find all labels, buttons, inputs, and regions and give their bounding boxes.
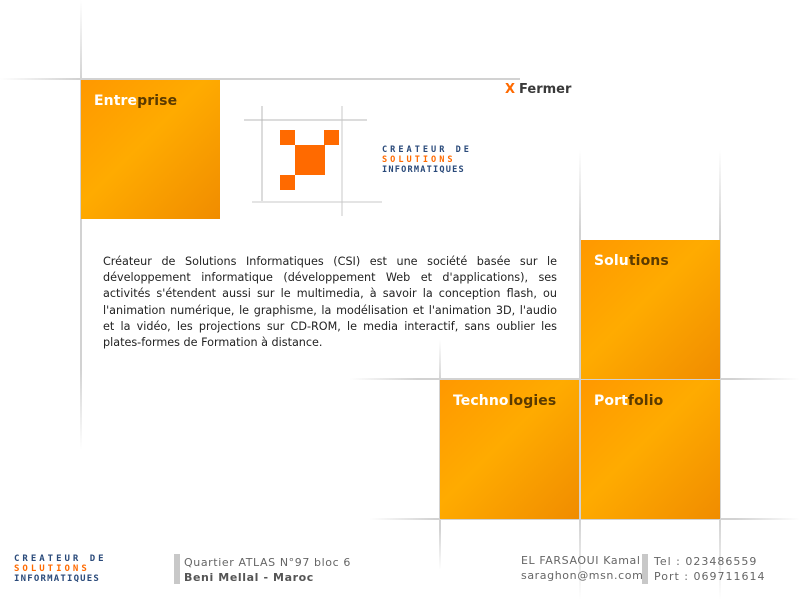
tile-entreprise-label: Entreprise bbox=[94, 93, 178, 109]
tile-portfolio-label: Portfolio bbox=[594, 393, 664, 409]
footer-logo-line-1: CREATEUR DE bbox=[14, 554, 107, 564]
phone-tel: Tel : 023486559 bbox=[654, 555, 758, 568]
logo-emblem bbox=[242, 106, 382, 216]
logo-line-3: INFORMATIQUES bbox=[382, 165, 465, 175]
grid-line bbox=[220, 78, 520, 80]
footer-logo-line-2: SOLUTIONS bbox=[14, 564, 90, 574]
address-line-2: Beni Mellal - Maroc bbox=[184, 571, 314, 584]
contact-name: EL FARSAOUI Kamal bbox=[521, 554, 641, 567]
logo-wordmark: CREATEUR DE SOLUTIONS INFORMATIQUES bbox=[382, 146, 542, 176]
footer-divider bbox=[642, 554, 648, 584]
tile-portfolio[interactable]: Portfolio bbox=[581, 380, 720, 519]
tile-solutions[interactable]: Solutions bbox=[581, 240, 720, 379]
footer-divider bbox=[174, 554, 180, 584]
grid-line bbox=[80, 0, 82, 450]
tile-entreprise[interactable]: Entreprise bbox=[81, 80, 220, 219]
footer-logo: CREATEUR DE SOLUTIONS INFORMATIQUES bbox=[14, 555, 174, 591]
contact-email[interactable]: saraghon@msn.com bbox=[521, 568, 643, 583]
company-description: Créateur de Solutions Informatiques (CSI… bbox=[103, 255, 557, 350]
close-icon: X bbox=[505, 82, 516, 97]
close-button[interactable]: X Fermer bbox=[505, 82, 571, 97]
tile-technologies-label: Technologies bbox=[453, 393, 557, 409]
tile-technologies[interactable]: Technologies bbox=[440, 380, 579, 519]
footer-logo-line-3: INFORMATIQUES bbox=[14, 574, 101, 584]
logo-line-1: CREATEUR DE bbox=[382, 145, 472, 155]
tile-solutions-label: Solutions bbox=[594, 253, 669, 269]
close-label: Fermer bbox=[519, 82, 572, 97]
footer: CREATEUR DE SOLUTIONS INFORMATIQUES Quar… bbox=[0, 545, 800, 600]
address-line-1: Quartier ATLAS N°97 bloc 6 bbox=[184, 556, 351, 569]
logo-line-2: SOLUTIONS bbox=[382, 155, 456, 165]
phone-port: Port : 069711614 bbox=[654, 570, 766, 583]
